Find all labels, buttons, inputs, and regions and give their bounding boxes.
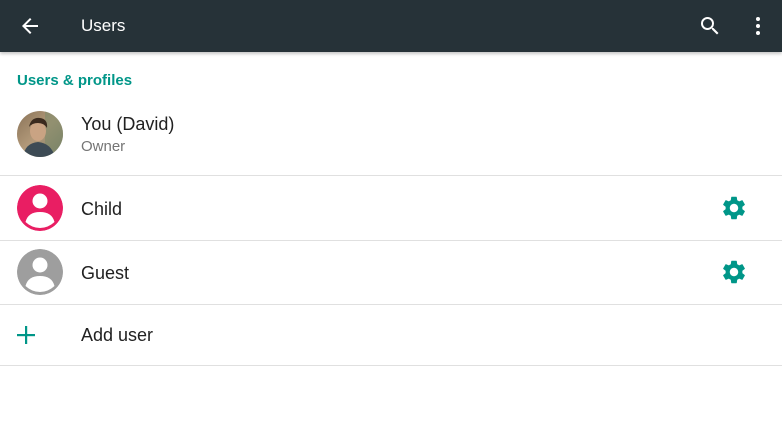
more-vert-icon [756, 17, 760, 35]
overflow-menu-button[interactable] [744, 9, 772, 43]
page-title: Users [81, 16, 126, 35]
plus-icon [17, 326, 35, 344]
user-row-guest[interactable]: Guest [0, 241, 782, 304]
divider [0, 365, 782, 366]
settings-button[interactable] [718, 256, 750, 288]
user-name: You (David) [81, 114, 175, 134]
avatar-photo [17, 111, 63, 157]
app-bar: Users [0, 0, 782, 52]
gear-icon [723, 196, 745, 220]
add-user-label: Add user [81, 325, 154, 345]
user-row-child[interactable]: Child [0, 176, 782, 240]
search-icon [701, 17, 719, 35]
person-icon [17, 185, 63, 231]
settings-button[interactable] [718, 192, 750, 224]
user-role: Owner [81, 138, 126, 155]
user-name: Child [81, 199, 123, 219]
person-icon [17, 249, 63, 295]
user-name: Guest [81, 263, 130, 283]
users-screen: Users Users & profiles You (David) Owner… [0, 0, 782, 440]
arrow-back-icon [22, 18, 38, 34]
user-row-owner[interactable]: You (David) Owner [0, 100, 782, 175]
add-user-button[interactable]: Add user [0, 305, 782, 365]
gear-icon [723, 260, 745, 284]
search-button[interactable] [693, 9, 727, 43]
back-button[interactable] [13, 9, 47, 43]
section-header: Users & profiles [17, 72, 133, 89]
